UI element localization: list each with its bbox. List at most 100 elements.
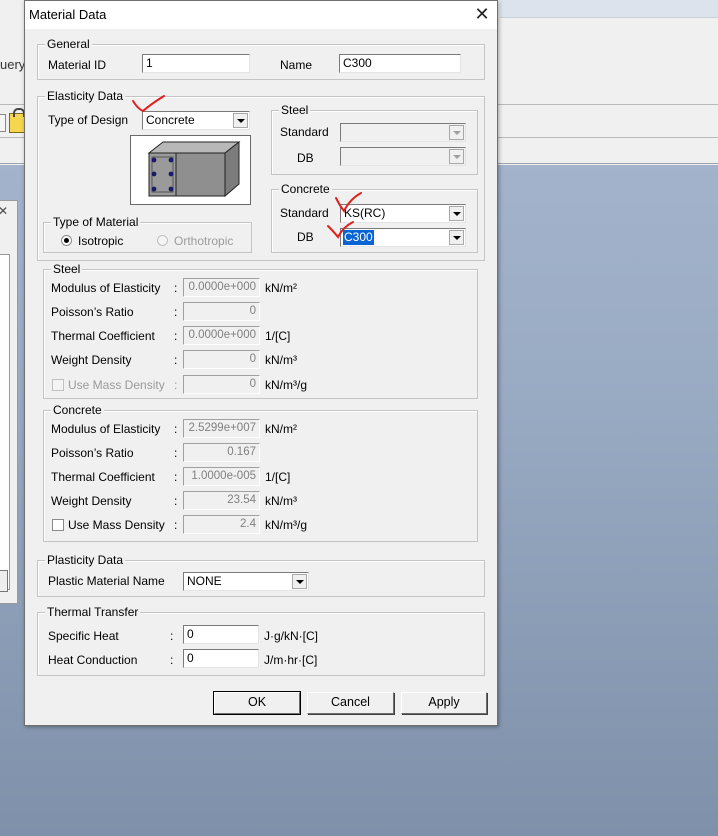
dropdown-arrow-icon[interactable] bbox=[292, 574, 307, 589]
colon: : bbox=[174, 470, 178, 484]
concrete-mass-value: 2.4 bbox=[183, 515, 260, 534]
orthotropic-label[interactable]: Orthotropic bbox=[174, 234, 233, 248]
material-data-dialog: Material Data ✕ General Material ID 1 Na… bbox=[24, 0, 498, 726]
heat-conduction-input[interactable]: 0 bbox=[183, 649, 259, 668]
colon: : bbox=[174, 353, 178, 367]
concrete-modulus-unit: kN/m² bbox=[265, 422, 297, 436]
type-of-design-select[interactable]: Concrete bbox=[142, 111, 250, 130]
concrete-weight-label: Weight Density bbox=[51, 494, 132, 508]
colon: : bbox=[174, 378, 178, 392]
steel-weight-value: 0 bbox=[183, 350, 260, 369]
background-tool-button[interactable] bbox=[0, 114, 6, 132]
colon: : bbox=[174, 305, 178, 319]
heat-conduction-label: Heat Conduction bbox=[48, 653, 138, 667]
heat-conduction-unit: J/m·hr·[C] bbox=[264, 653, 318, 667]
steel-db-select[interactable] bbox=[340, 147, 466, 166]
name-label: Name bbox=[280, 58, 313, 72]
steel-weight-label: Weight Density bbox=[51, 353, 132, 367]
dialog-title: Material Data bbox=[29, 7, 107, 22]
colon: : bbox=[170, 653, 174, 667]
concrete-standard-select[interactable]: KS(RC) bbox=[340, 204, 466, 223]
specific-heat-input[interactable]: 0 bbox=[183, 625, 259, 644]
name-input[interactable]: C300 bbox=[339, 54, 461, 73]
background-side-panel-list bbox=[0, 254, 10, 590]
background-side-panel-field[interactable] bbox=[0, 570, 8, 592]
background-tab-strip bbox=[500, 0, 718, 18]
steel-standard-label: Standard bbox=[280, 125, 329, 139]
concrete-properties-legend: Concrete bbox=[51, 403, 104, 417]
concrete-use-mass-density-checkbox[interactable] bbox=[52, 519, 64, 531]
type-of-design-label: Type of Design bbox=[48, 113, 129, 127]
background-query-label: uery bbox=[0, 57, 24, 72]
concrete-thermal-value: 1.0000e-005 bbox=[183, 467, 260, 486]
colon: : bbox=[174, 422, 178, 436]
concrete-standard-label: Standard bbox=[280, 206, 329, 220]
type-of-design-value: Concrete bbox=[146, 113, 195, 127]
concrete-weight-unit: kN/m³ bbox=[265, 494, 297, 508]
concrete-db-label: DB bbox=[297, 230, 314, 244]
dropdown-arrow-icon[interactable] bbox=[233, 113, 248, 128]
lock-icon[interactable] bbox=[9, 108, 25, 133]
concrete-use-mass-density-label[interactable]: Use Mass Density bbox=[68, 518, 165, 532]
concrete-db-legend: Concrete bbox=[279, 182, 332, 196]
concrete-poisson-label: Poisson’s Ratio bbox=[51, 446, 134, 460]
colon: : bbox=[174, 281, 178, 295]
material-id-label: Material ID bbox=[48, 58, 107, 72]
concrete-thermal-unit: 1/[C] bbox=[265, 470, 291, 484]
isotropic-label[interactable]: Isotropic bbox=[78, 234, 123, 248]
plastic-material-name-label: Plastic Material Name bbox=[48, 574, 165, 588]
thermal-transfer-legend: Thermal Transfer bbox=[45, 605, 141, 619]
steel-use-mass-density-checkbox[interactable] bbox=[52, 379, 64, 391]
dropdown-arrow-icon[interactable] bbox=[449, 230, 464, 245]
steel-use-mass-density-label[interactable]: Use Mass Density bbox=[68, 378, 165, 392]
close-icon[interactable]: ✕ bbox=[0, 204, 8, 218]
close-icon[interactable]: ✕ bbox=[467, 1, 497, 29]
dropdown-arrow-icon[interactable] bbox=[449, 149, 464, 164]
concrete-poisson-value: 0.167 bbox=[183, 443, 260, 462]
concrete-db-value: C300 bbox=[343, 230, 374, 245]
concrete-modulus-value: 2.5299e+007 bbox=[183, 419, 260, 438]
steel-properties-legend: Steel bbox=[51, 262, 83, 276]
apply-button[interactable]: Apply bbox=[401, 692, 487, 714]
steel-db-legend: Steel bbox=[279, 103, 311, 117]
specific-heat-label: Specific Heat bbox=[48, 629, 119, 643]
colon: : bbox=[170, 629, 174, 643]
colon: : bbox=[174, 446, 178, 460]
elasticity-data-legend: Elasticity Data bbox=[45, 89, 126, 103]
dialog-titlebar[interactable]: Material Data ✕ bbox=[25, 1, 497, 29]
steel-db-label: DB bbox=[297, 151, 314, 165]
dropdown-arrow-icon[interactable] bbox=[449, 125, 464, 140]
concrete-thermal-label: Thermal Coefficient bbox=[51, 470, 155, 484]
steel-poisson-label: Poisson’s Ratio bbox=[51, 305, 134, 319]
concrete-db-select[interactable]: C300 bbox=[340, 228, 466, 247]
plastic-material-name-select[interactable]: NONE bbox=[183, 572, 309, 591]
concrete-standard-value: KS(RC) bbox=[344, 206, 386, 220]
cancel-button[interactable]: Cancel bbox=[307, 692, 394, 714]
steel-thermal-value: 0.0000e+000 bbox=[183, 326, 260, 345]
steel-poisson-value: 0 bbox=[183, 302, 260, 321]
concrete-beam-section-icon bbox=[147, 140, 241, 198]
steel-standard-select[interactable] bbox=[340, 123, 466, 142]
colon: : bbox=[174, 329, 178, 343]
steel-mass-unit: kN/m³/g bbox=[265, 378, 307, 392]
ok-button[interactable]: OK bbox=[213, 691, 301, 715]
concrete-mass-unit: kN/m³/g bbox=[265, 518, 307, 532]
steel-weight-unit: kN/m³ bbox=[265, 353, 297, 367]
steel-modulus-unit: kN/m² bbox=[265, 281, 297, 295]
steel-modulus-label: Modulus of Elasticity bbox=[51, 281, 161, 295]
dropdown-arrow-icon[interactable] bbox=[449, 206, 464, 221]
plasticity-data-legend: Plasticity Data bbox=[45, 553, 126, 567]
specific-heat-unit: J·g/kN·[C] bbox=[264, 629, 318, 643]
steel-thermal-label: Thermal Coefficient bbox=[51, 329, 155, 343]
orthotropic-radio[interactable] bbox=[157, 235, 168, 246]
type-of-material-legend: Type of Material bbox=[51, 215, 141, 229]
colon: : bbox=[174, 494, 178, 508]
isotropic-radio[interactable] bbox=[61, 235, 72, 246]
steel-modulus-value: 0.0000e+000 bbox=[183, 278, 260, 297]
steel-mass-value: 0 bbox=[183, 375, 260, 394]
concrete-weight-value: 23.54 bbox=[183, 491, 260, 510]
concrete-modulus-label: Modulus of Elasticity bbox=[51, 422, 161, 436]
material-section-picture bbox=[130, 135, 251, 205]
material-id-input[interactable]: 1 bbox=[142, 54, 250, 73]
colon: : bbox=[174, 518, 178, 532]
